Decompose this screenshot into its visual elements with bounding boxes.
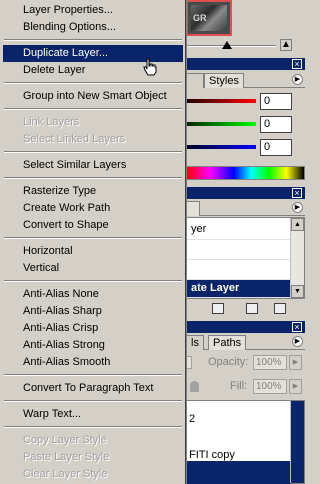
- panel-menu-icon[interactable]: ▶: [292, 336, 303, 347]
- menu-item-layer-properties[interactable]: Layer Properties...: [3, 2, 183, 19]
- hand-cursor-icon: [143, 58, 157, 76]
- color-row-red: 0: [186, 93, 305, 111]
- color-row-green: 0: [186, 116, 305, 134]
- color-panel-titlebar[interactable]: ×: [186, 58, 305, 70]
- menu-item-blending-options[interactable]: Blending Options...: [3, 19, 183, 36]
- opacity-label: Opacity:: [208, 356, 249, 368]
- tab-swatches-partial[interactable]: [186, 73, 204, 88]
- history-panel-tabs: ▶: [186, 200, 305, 216]
- red-slider[interactable]: [186, 99, 256, 103]
- menu-item-anti-alias-smooth[interactable]: Anti-Alias Smooth: [3, 354, 183, 371]
- menu-item-anti-alias-strong[interactable]: Anti-Alias Strong: [3, 337, 183, 354]
- close-icon[interactable]: ×: [292, 188, 302, 198]
- scroll-up-icon[interactable]: ▲: [291, 218, 304, 231]
- menu-item-group-into-smart-object[interactable]: Group into New Smart Object: [3, 88, 183, 105]
- history-scrollbar[interactable]: ▲ ▼: [290, 218, 304, 298]
- menu-item-anti-alias-crisp[interactable]: Anti-Alias Crisp: [3, 320, 183, 337]
- menu-separator: [4, 151, 182, 153]
- tab-channels-partial[interactable]: ls: [186, 335, 204, 350]
- history-panel-iconbar: [186, 301, 305, 317]
- blue-value-field[interactable]: 0: [260, 139, 292, 156]
- tab-paths[interactable]: Paths: [208, 335, 247, 350]
- layers-list: 2 FITI copy: [186, 400, 305, 484]
- color-spectrum-bar[interactable]: [186, 166, 305, 180]
- zoom-slider-knob[interactable]: [222, 41, 232, 49]
- panel-menu-icon[interactable]: ▶: [292, 74, 303, 85]
- menu-item-link-layers: Link Layers: [23, 116, 80, 128]
- tab-styles[interactable]: Styles: [204, 73, 244, 88]
- new-snapshot-icon[interactable]: [246, 303, 258, 314]
- menu-item-copy-layer-style: Copy Layer Style: [23, 434, 107, 446]
- menu-item-select-similar-layers[interactable]: Select Similar Layers: [3, 157, 183, 174]
- menu-separator: [4, 400, 182, 402]
- menu-item-anti-alias-none[interactable]: Anti-Alias None: [3, 286, 183, 303]
- menu-separator: [4, 177, 182, 179]
- green-value-field[interactable]: 0: [260, 116, 292, 133]
- fill-field[interactable]: 100%: [253, 379, 287, 394]
- history-panel-titlebar[interactable]: ×: [186, 187, 305, 199]
- menu-item-create-work-path[interactable]: Create Work Path: [3, 200, 183, 217]
- history-item[interactable]: [187, 260, 291, 280]
- navigator-zoom-row: ▲: [186, 38, 305, 54]
- menu-separator: [4, 82, 182, 84]
- tab-history-partial[interactable]: [186, 201, 200, 216]
- lock-icon[interactable]: [190, 381, 199, 392]
- menu-item-convert-to-shape[interactable]: Convert to Shape: [3, 217, 183, 234]
- menu-item-select-linked-layers: Select Linked Layers: [23, 133, 126, 145]
- layers-panel-tabs: ls Paths ▶: [186, 334, 305, 350]
- menu-item-warp-text[interactable]: Warp Text...: [3, 406, 183, 423]
- chevron-right-icon[interactable]: ▶: [289, 355, 302, 370]
- zoom-in-icon[interactable]: ▲: [280, 39, 292, 51]
- opacity-row: Opacity: 100% ▶: [186, 354, 305, 372]
- blue-slider[interactable]: [186, 145, 256, 149]
- history-list: yer ate Layer ▲ ▼: [186, 217, 305, 299]
- menu-item-paste-layer-style: Paste Layer Style: [23, 451, 110, 463]
- new-document-icon[interactable]: [212, 303, 224, 314]
- trash-icon[interactable]: [274, 303, 286, 314]
- opacity-field[interactable]: 100%: [253, 355, 287, 370]
- close-icon[interactable]: ×: [292, 59, 302, 69]
- chevron-right-icon[interactable]: ▶: [289, 379, 302, 394]
- menu-item-clear-layer-style: Clear Layer Style: [23, 468, 108, 480]
- green-slider[interactable]: [186, 122, 256, 126]
- thumbnail-graffiti-text: GR: [193, 13, 207, 23]
- panel-menu-icon[interactable]: ▶: [292, 202, 303, 213]
- menu-separator: [4, 237, 182, 239]
- color-panel-tabs: Styles ▶: [186, 72, 305, 88]
- menu-item-rasterize-type[interactable]: Rasterize Type: [3, 183, 183, 200]
- scroll-down-icon[interactable]: ▼: [291, 285, 304, 298]
- layer-context-menu: Layer Properties... Blending Options... …: [0, 0, 186, 484]
- layer-row-selected[interactable]: [187, 461, 291, 484]
- menu-separator: [4, 426, 182, 428]
- fill-label: Fill:: [230, 380, 248, 392]
- layers-panel-titlebar[interactable]: ×: [186, 321, 305, 333]
- layer-row[interactable]: 2: [187, 409, 291, 431]
- menu-item-convert-to-paragraph-text[interactable]: Convert To Paragraph Text: [3, 380, 183, 397]
- menu-separator: [4, 108, 182, 110]
- menu-separator: [4, 280, 182, 282]
- close-icon[interactable]: ×: [292, 322, 302, 332]
- menu-item-vertical[interactable]: Vertical: [3, 260, 183, 277]
- history-item[interactable]: [187, 240, 291, 260]
- red-value-field[interactable]: 0: [260, 93, 292, 110]
- fill-row: Fill: 100% ▶: [186, 378, 305, 396]
- layers-scrollbar[interactable]: [290, 401, 304, 483]
- color-row-blue: 0: [186, 139, 305, 157]
- menu-item-anti-alias-sharp[interactable]: Anti-Alias Sharp: [3, 303, 183, 320]
- menu-item-horizontal[interactable]: Horizontal: [3, 243, 183, 260]
- history-item-selected[interactable]: ate Layer: [187, 280, 291, 298]
- menu-separator: [4, 39, 182, 41]
- navigator-thumbnail[interactable]: GR: [186, 0, 232, 36]
- menu-separator: [4, 374, 182, 376]
- blend-mode-dropdown[interactable]: [186, 356, 192, 369]
- history-item[interactable]: yer: [187, 220, 291, 240]
